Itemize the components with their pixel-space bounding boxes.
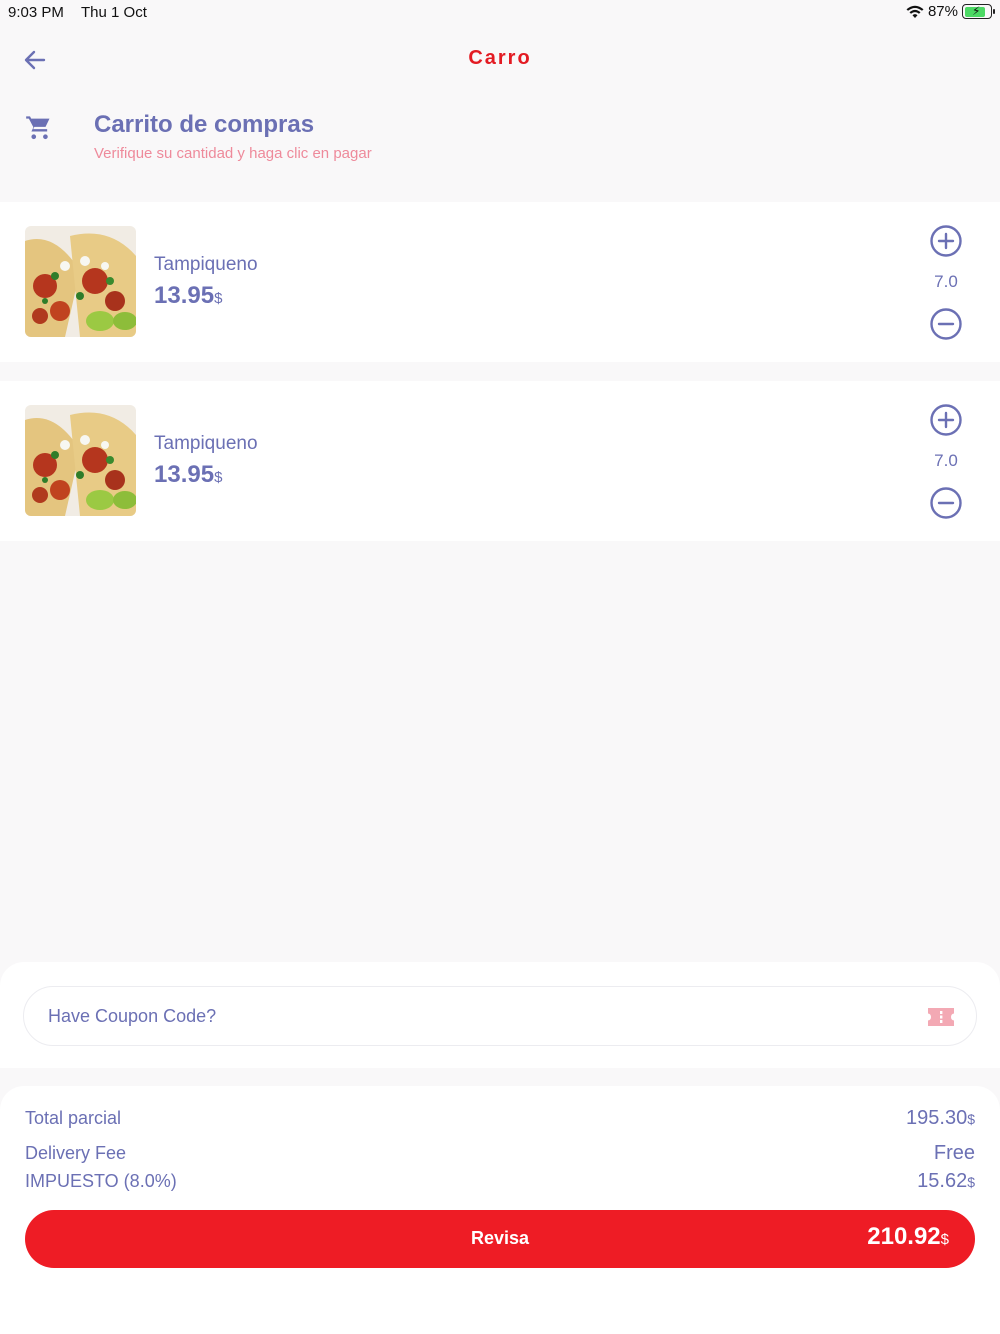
coupon-panel: Have Coupon Code? bbox=[0, 962, 1000, 1068]
checkout-total: 210.92$ bbox=[867, 1223, 949, 1250]
item-name: Tampiqueno bbox=[154, 433, 258, 454]
decrease-quantity-button[interactable] bbox=[929, 486, 963, 520]
battery-percent: 87% bbox=[927, 3, 958, 20]
item-image bbox=[25, 405, 136, 516]
delivery-fee-label: Delivery Fee bbox=[25, 1143, 127, 1163]
totals-panel: Total parcial 195.30$ Delivery Fee Free … bbox=[0, 1086, 1000, 1334]
quantity-value: 7.0 bbox=[934, 451, 958, 470]
tax-value: 15.62$ bbox=[917, 1170, 975, 1192]
checkout-label: Revisa bbox=[470, 1228, 530, 1248]
delivery-fee-value: Free bbox=[933, 1142, 975, 1164]
checkout-button[interactable]: Revisa 210.92$ bbox=[25, 1210, 975, 1268]
cart-item: Tampiqueno 13.95$ 7.0 bbox=[0, 381, 1000, 541]
status-indicators: 87% ⚡ bbox=[906, 3, 995, 20]
status-date: Thu 1 Oct bbox=[81, 4, 147, 21]
item-name: Tampiqueno bbox=[154, 254, 258, 275]
decrease-quantity-button[interactable] bbox=[929, 307, 963, 341]
subtotal-value: 195.30$ bbox=[906, 1107, 975, 1129]
quantity-value: 7.0 bbox=[934, 272, 958, 291]
ticket-icon[interactable] bbox=[926, 1005, 956, 1029]
shopping-cart-icon bbox=[26, 116, 50, 140]
battery-charging-icon: ⚡ bbox=[962, 4, 995, 19]
item-price: 13.95$ bbox=[154, 282, 223, 309]
plus-circle-icon bbox=[930, 404, 962, 436]
status-time: 9:03 PM bbox=[8, 4, 64, 21]
item-image bbox=[25, 226, 136, 337]
cart-item: Tampiqueno 13.95$ 7.0 bbox=[0, 202, 1000, 362]
coupon-input[interactable]: Have Coupon Code? bbox=[23, 986, 977, 1046]
coupon-placeholder: Have Coupon Code? bbox=[48, 1006, 217, 1026]
subtotal-label: Total parcial bbox=[25, 1108, 122, 1128]
wifi-icon bbox=[906, 5, 924, 18]
cart-subtitle: Verifique su cantidad y haga clic en pag… bbox=[94, 145, 372, 162]
status-bar: 9:03 PM Thu 1 Oct 87% ⚡ bbox=[0, 0, 1000, 26]
tax-label: IMPUESTO (8.0%) bbox=[25, 1171, 177, 1191]
page-title: Carro bbox=[468, 47, 532, 69]
cart-title: Carrito de compras bbox=[94, 111, 315, 138]
minus-circle-icon bbox=[930, 308, 962, 340]
item-price: 13.95$ bbox=[154, 461, 223, 488]
increase-quantity-button[interactable] bbox=[929, 403, 963, 437]
increase-quantity-button[interactable] bbox=[929, 224, 963, 258]
plus-circle-icon bbox=[930, 225, 962, 257]
minus-circle-icon bbox=[930, 487, 962, 519]
